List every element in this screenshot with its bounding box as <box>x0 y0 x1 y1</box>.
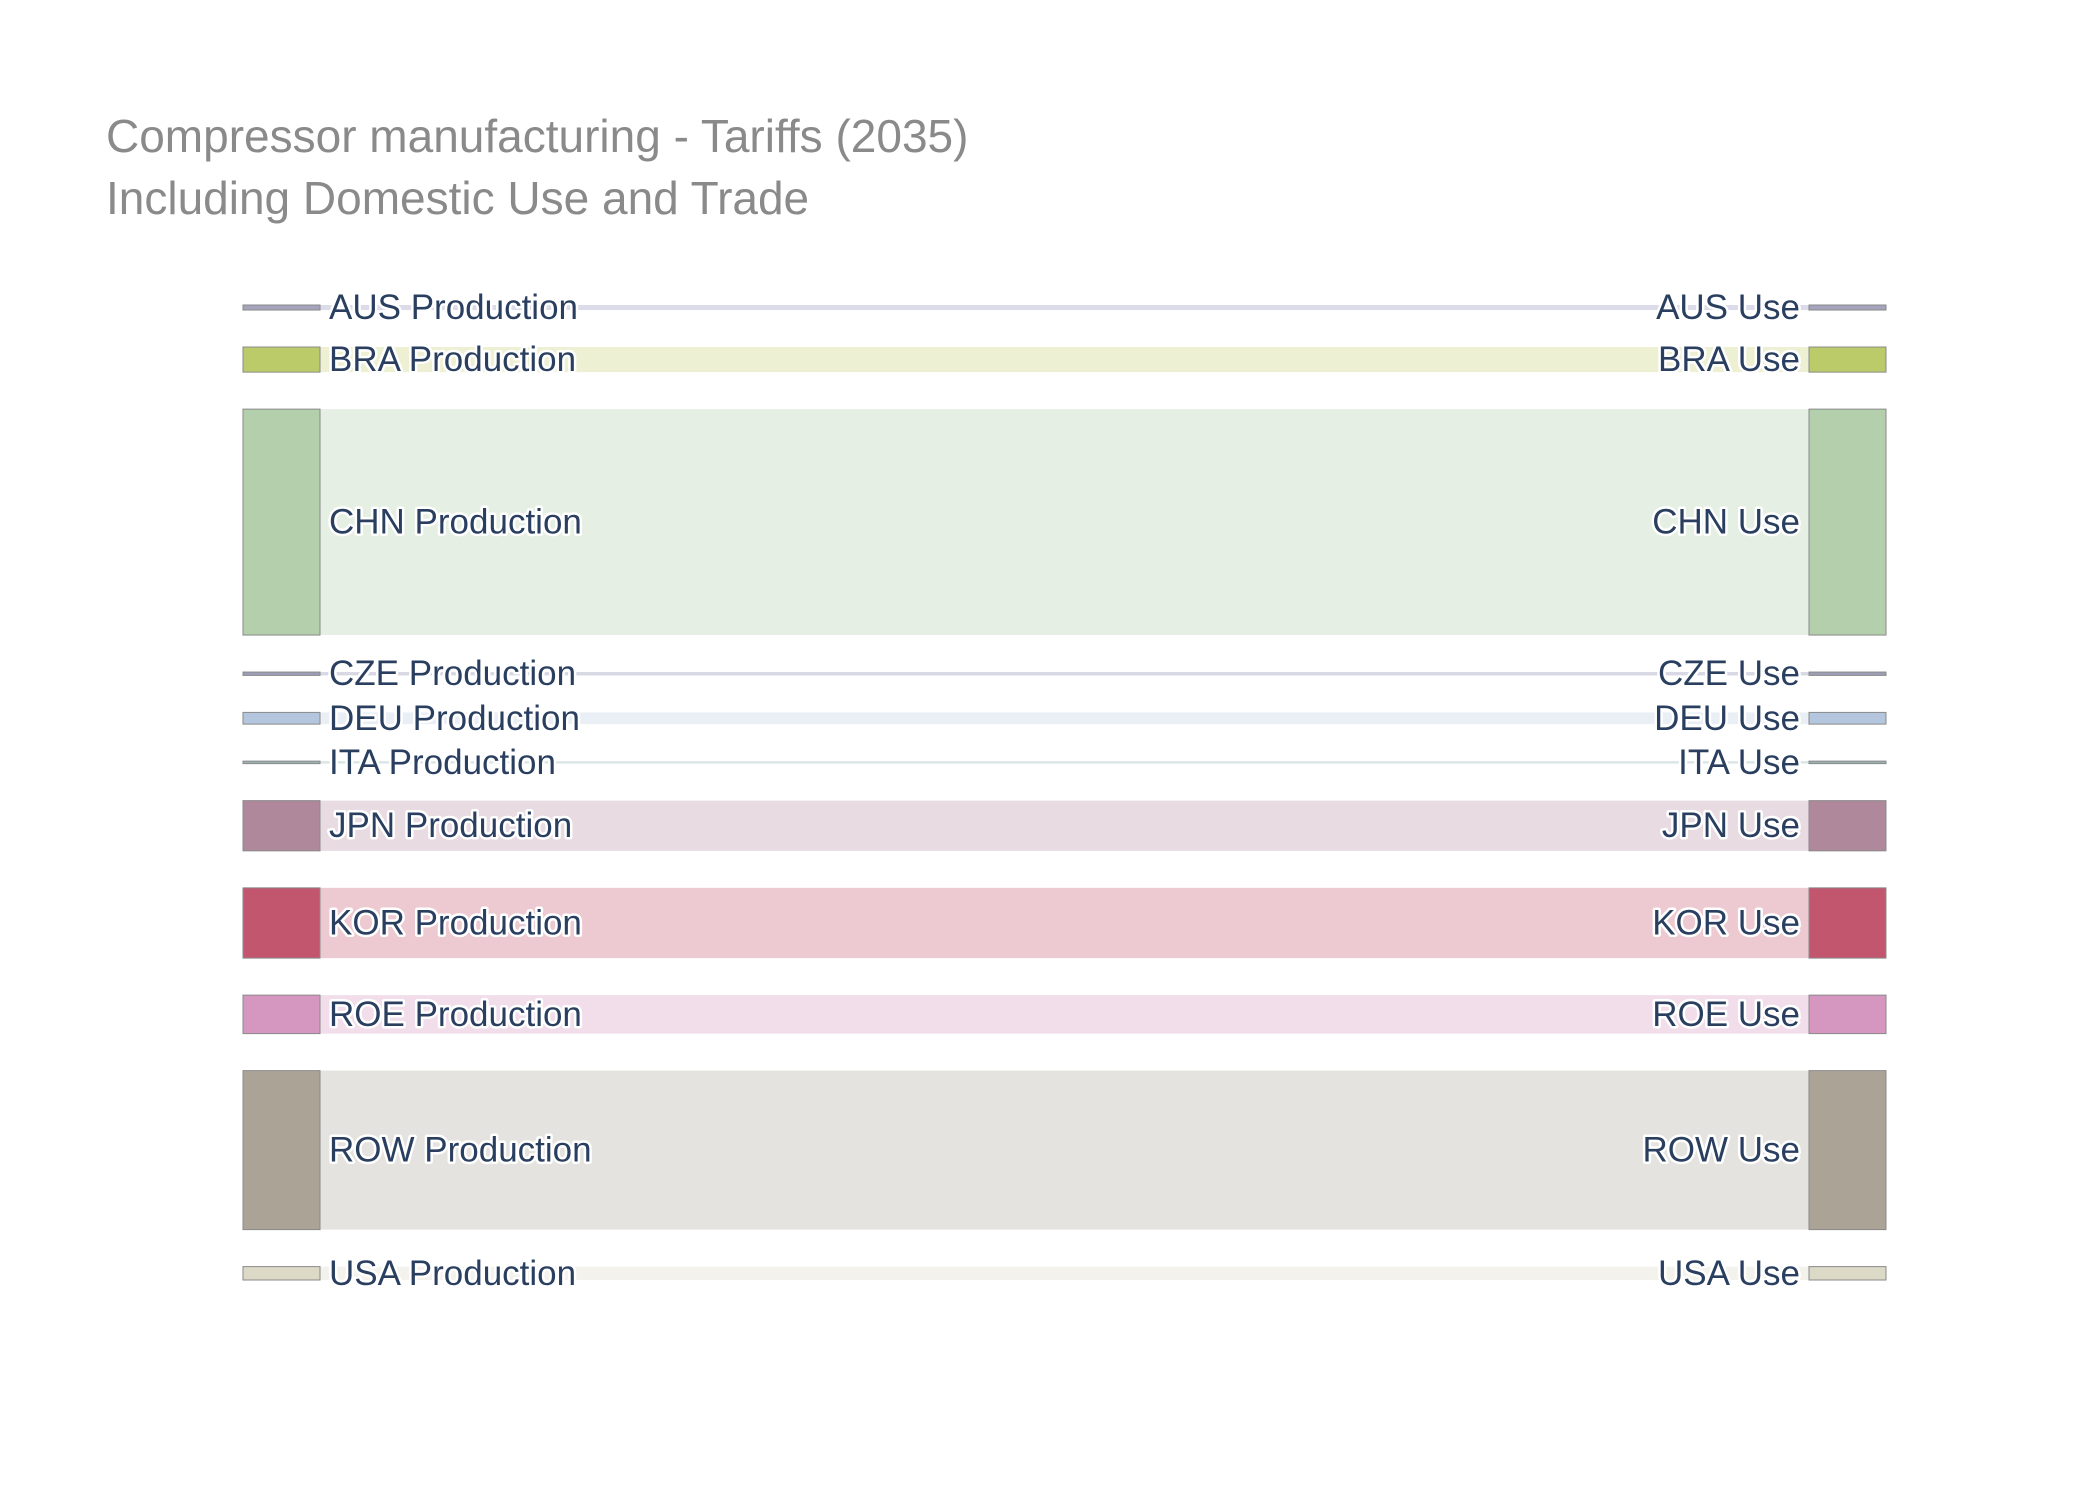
label-row-production: ROW Production <box>329 1131 592 1170</box>
label-ita-use: ITA Use <box>1678 743 1800 782</box>
node-chn-production[interactable] <box>242 408 321 636</box>
label-cze-use: CZE Use <box>1658 654 1800 693</box>
node-usa-use[interactable] <box>1808 1266 1887 1281</box>
label-kor-production: KOR Production <box>329 903 582 942</box>
label-usa-production: USA Production <box>329 1254 576 1293</box>
label-chn-production: CHN Production <box>329 503 582 542</box>
label-aus-production: AUS Production <box>329 288 578 327</box>
label-bra-use: BRA Use <box>1658 340 1800 379</box>
label-deu-production: DEU Production <box>329 699 580 738</box>
node-usa-production[interactable] <box>242 1266 321 1281</box>
node-ita-use[interactable] <box>1808 760 1887 765</box>
label-bra-production: BRA Production <box>329 340 576 379</box>
node-jpn-use[interactable] <box>1808 800 1887 852</box>
node-row-use[interactable] <box>1808 1070 1887 1231</box>
label-cze-production: CZE Production <box>329 654 576 693</box>
label-usa-use: USA Use <box>1658 1254 1800 1293</box>
node-kor-production[interactable] <box>242 887 321 959</box>
node-bra-production[interactable] <box>242 346 321 373</box>
label-jpn-use: JPN Use <box>1662 806 1800 845</box>
node-deu-use[interactable] <box>1808 711 1887 725</box>
label-chn-use: CHN Use <box>1652 503 1800 542</box>
label-jpn-production: JPN Production <box>329 806 572 845</box>
node-cze-production[interactable] <box>242 671 321 676</box>
node-ita-production[interactable] <box>242 760 321 765</box>
sankey-chart: AUS Production AUS Use BRA Production BRA U… <box>242 286 1887 1295</box>
node-aus-production[interactable] <box>242 304 321 311</box>
node-row-production[interactable] <box>242 1070 321 1231</box>
node-aus-use[interactable] <box>1808 304 1887 311</box>
label-ita-production: ITA Production <box>329 743 556 782</box>
node-chn-use[interactable] <box>1808 408 1887 636</box>
node-roe-production[interactable] <box>242 994 321 1035</box>
label-roe-use: ROE Use <box>1652 995 1800 1034</box>
label-deu-use: DEU Use <box>1654 699 1800 738</box>
node-cze-use[interactable] <box>1808 671 1887 676</box>
label-kor-use: KOR Use <box>1652 903 1800 942</box>
node-roe-use[interactable] <box>1808 994 1887 1035</box>
node-jpn-production[interactable] <box>242 800 321 852</box>
label-aus-use: AUS Use <box>1656 288 1800 327</box>
node-deu-production[interactable] <box>242 711 321 725</box>
label-row-use: ROW Use <box>1643 1131 1801 1170</box>
node-bra-use[interactable] <box>1808 346 1887 373</box>
node-kor-use[interactable] <box>1808 887 1887 959</box>
label-roe-production: ROE Production <box>329 995 582 1034</box>
